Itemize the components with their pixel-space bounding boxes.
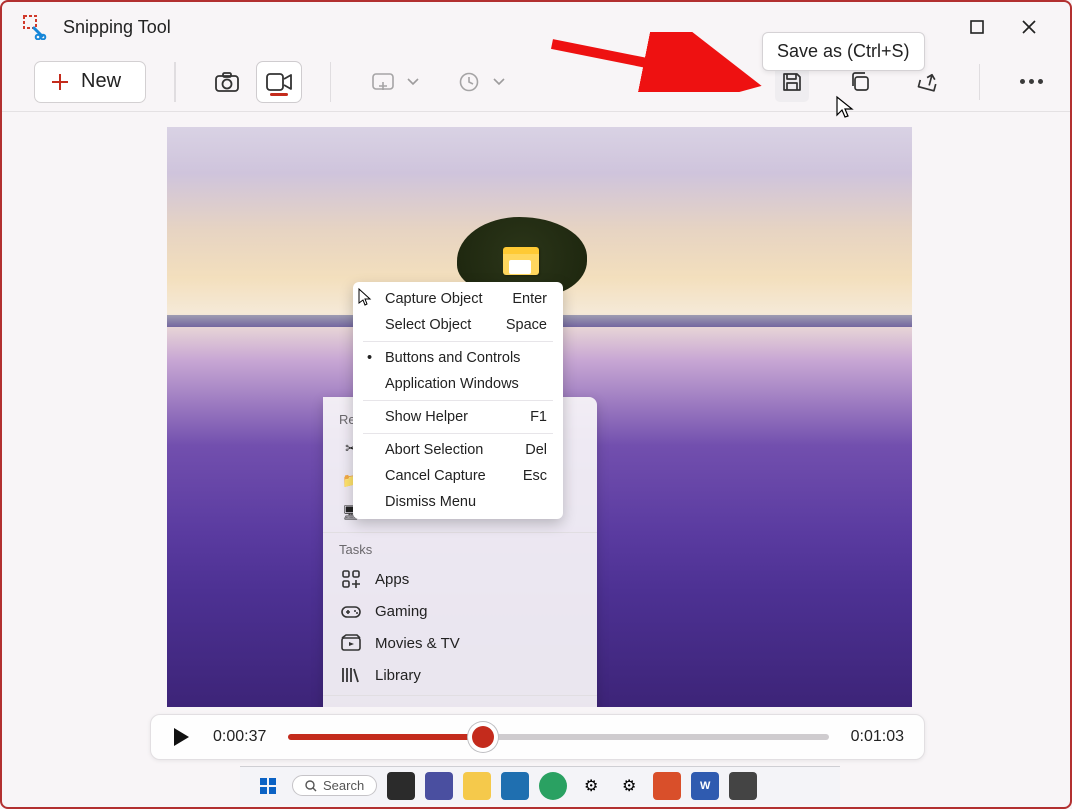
camera-icon (215, 72, 239, 92)
divider (979, 64, 981, 100)
menu-item[interactable]: Show HelperF1 (353, 404, 563, 430)
seek-fill (288, 734, 482, 740)
snapshot-mode-button[interactable] (204, 61, 250, 103)
taskbar: Search ⚙ ⚙ W (240, 766, 840, 804)
menu-item[interactable]: Abort SelectionDel (353, 437, 563, 463)
close-button[interactable] (1020, 18, 1038, 36)
more-icon (1020, 79, 1043, 84)
recording-canvas: Rece ✂ 📁 🖥RoundedTB Tasks Apps Gaming Mo… (167, 127, 912, 707)
taskbar-app-icon[interactable]: ⚙ (615, 772, 643, 800)
taskbar-app-icon[interactable] (463, 772, 491, 800)
list-item[interactable]: Library (323, 659, 597, 691)
taskbar-app-icon[interactable] (501, 772, 529, 800)
copy-icon (849, 71, 871, 93)
gaming-icon (341, 604, 361, 620)
divider (174, 62, 176, 102)
taskbar-app-icon[interactable] (729, 772, 757, 800)
menu-item[interactable]: Buttons and Controls (353, 345, 563, 371)
list-item[interactable]: Apps (323, 562, 597, 596)
taskbar-app-icon[interactable] (653, 772, 681, 800)
share-icon (916, 71, 940, 93)
seek-thumb[interactable] (472, 726, 494, 748)
list-item[interactable]: Microsoft Store (323, 700, 597, 707)
more-button[interactable] (1014, 62, 1048, 102)
delay-dropdown[interactable] (455, 68, 483, 96)
annotation-arrow (547, 32, 767, 97)
save-as-tooltip: Save as (Ctrl+S) (762, 32, 925, 71)
divider (330, 62, 332, 102)
taskbar-app-icon[interactable] (539, 772, 567, 800)
video-player-bar: 0:00:37 0:01:03 (150, 714, 925, 760)
menu-item[interactable]: Application Windows (353, 371, 563, 397)
library-icon (341, 666, 361, 684)
list-item[interactable]: Movies & TV (323, 627, 597, 659)
menu-item[interactable]: Dismiss Menu (353, 489, 563, 515)
taskbar-search[interactable]: Search (292, 775, 377, 796)
maximize-button[interactable] (968, 18, 986, 36)
list-item[interactable]: Gaming (323, 596, 597, 627)
video-icon (266, 73, 292, 91)
window-controls (916, 18, 1060, 36)
total-time: 0:01:03 (851, 728, 904, 746)
shape-dropdown[interactable] (369, 68, 397, 96)
menu-item[interactable]: Select ObjectSpace (353, 312, 563, 338)
app-icon (22, 14, 48, 40)
menu-item[interactable]: Cancel CaptureEsc (353, 463, 563, 489)
search-icon (305, 780, 317, 792)
plus-icon (51, 73, 69, 91)
current-time: 0:00:37 (213, 728, 266, 746)
context-menu: Capture ObjectEnter Select ObjectSpace B… (353, 282, 563, 519)
chevron-down-icon[interactable] (493, 78, 505, 86)
taskbar-app-icon[interactable]: W (691, 772, 719, 800)
taskbar-app-icon[interactable] (387, 772, 415, 800)
apps-icon (341, 569, 361, 589)
new-button[interactable]: New (34, 61, 146, 103)
play-button[interactable] (171, 726, 191, 748)
cursor-icon (357, 287, 373, 312)
folder-icon (503, 247, 539, 275)
new-button-label: New (81, 70, 121, 93)
save-icon (781, 71, 803, 93)
movies-icon (341, 634, 361, 652)
panel-header-tasks: Tasks (323, 537, 597, 562)
seek-track[interactable] (288, 734, 828, 740)
cursor-icon (835, 95, 855, 124)
record-mode-button[interactable] (256, 61, 302, 103)
menu-item[interactable]: Capture ObjectEnter (353, 286, 563, 312)
taskbar-app-icon[interactable] (425, 772, 453, 800)
active-indicator (270, 93, 288, 96)
chevron-down-icon[interactable] (407, 78, 419, 86)
start-icon[interactable] (254, 772, 282, 800)
taskbar-app-icon[interactable]: ⚙ (577, 772, 605, 800)
